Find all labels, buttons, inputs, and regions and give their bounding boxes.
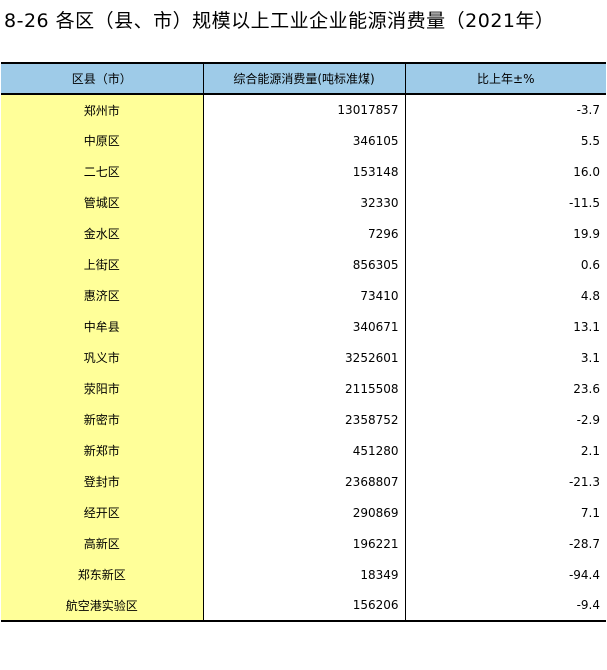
row-energy-consumption: 2358752 [202, 404, 406, 435]
table-row: 金水区 7296 19.9 [1, 218, 606, 249]
table-row: 中牟县 340671 13.1 [1, 311, 606, 342]
row-change-percent: 3.1 [404, 342, 606, 373]
row-change-percent: 19.9 [404, 218, 606, 249]
table-row: 经开区 290869 7.1 [1, 497, 606, 528]
row-district-name: 新密市 [1, 404, 204, 435]
row-energy-consumption: 73410 [202, 280, 406, 311]
row-change-percent: 16.0 [404, 156, 606, 187]
row-energy-consumption: 3252601 [202, 342, 406, 373]
row-change-percent: -2.9 [404, 404, 606, 435]
row-energy-consumption: 290869 [202, 497, 406, 528]
row-district-name: 二七区 [1, 156, 204, 187]
row-district-name: 经开区 [1, 497, 204, 528]
table-row: 惠济区 73410 4.8 [1, 280, 606, 311]
row-energy-consumption: 153148 [202, 156, 406, 187]
row-district-name: 管城区 [1, 187, 204, 218]
row-energy-consumption: 2115508 [202, 373, 406, 404]
row-change-percent: -9.4 [404, 590, 606, 622]
row-energy-consumption: 32330 [202, 187, 406, 218]
row-energy-consumption: 18349 [202, 559, 406, 590]
table-row: 二七区 153148 16.0 [1, 156, 606, 187]
row-district-name: 巩义市 [1, 342, 204, 373]
row-district-name: 航空港实验区 [1, 590, 204, 622]
row-change-percent: 5.5 [404, 125, 606, 156]
row-energy-consumption: 340671 [202, 311, 406, 342]
row-change-percent: 2.1 [404, 435, 606, 466]
row-change-percent: 23.6 [404, 373, 606, 404]
row-change-percent: 7.1 [404, 497, 606, 528]
row-energy-consumption: 856305 [202, 249, 406, 280]
row-district-name: 郑州市 [1, 94, 204, 125]
row-district-name: 惠济区 [1, 280, 204, 311]
table-row: 高新区 196221 -28.7 [1, 528, 606, 559]
row-district-name: 中原区 [1, 125, 204, 156]
page-title: 8-26 各区（县、市）规模以上工业企业能源消费量（2021年） [4, 10, 555, 32]
row-change-percent: 13.1 [404, 311, 606, 342]
table-row: 管城区 32330 -11.5 [1, 187, 606, 218]
row-district-name: 金水区 [1, 218, 204, 249]
row-district-name: 中牟县 [1, 311, 204, 342]
table-row: 郑州市 13017857 -3.7 [1, 94, 606, 125]
row-energy-consumption: 451280 [202, 435, 406, 466]
row-energy-consumption: 2368807 [202, 466, 406, 497]
row-change-percent: -94.4 [404, 559, 606, 590]
table-row: 航空港实验区 156206 -9.4 [1, 590, 606, 622]
table-header-row: 区县（市） 综合能源消费量(吨标准煤) 比上年±% [1, 62, 606, 95]
row-energy-consumption: 13017857 [202, 94, 406, 125]
row-change-percent: -3.7 [404, 94, 606, 125]
table-row: 中原区 346105 5.5 [1, 125, 606, 156]
row-change-percent: -21.3 [404, 466, 606, 497]
table-row: 登封市 2368807 -21.3 [1, 466, 606, 497]
row-change-percent: -28.7 [404, 528, 606, 559]
column-header-change-percent: 比上年±% [404, 62, 606, 95]
row-energy-consumption: 196221 [202, 528, 406, 559]
row-energy-consumption: 7296 [202, 218, 406, 249]
row-district-name: 登封市 [1, 466, 204, 497]
row-change-percent: -11.5 [404, 187, 606, 218]
table-row: 郑东新区 18349 -94.4 [1, 559, 606, 590]
table-row: 新密市 2358752 -2.9 [1, 404, 606, 435]
table-row: 巩义市 3252601 3.1 [1, 342, 606, 373]
row-district-name: 荥阳市 [1, 373, 204, 404]
row-change-percent: 0.6 [404, 249, 606, 280]
column-header-energy-consumption: 综合能源消费量(吨标准煤) [202, 62, 406, 95]
row-district-name: 郑东新区 [1, 559, 204, 590]
table-row: 上街区 856305 0.6 [1, 249, 606, 280]
row-district-name: 新郑市 [1, 435, 204, 466]
row-change-percent: 4.8 [404, 280, 606, 311]
table-row: 新郑市 451280 2.1 [1, 435, 606, 466]
column-header-district: 区县（市） [1, 62, 204, 95]
row-district-name: 高新区 [1, 528, 204, 559]
energy-consumption-table: 区县（市） 综合能源消费量(吨标准煤) 比上年±% 郑州市 13017857 -3.… [1, 62, 606, 622]
table-row: 荥阳市 2115508 23.6 [1, 373, 606, 404]
row-energy-consumption: 346105 [202, 125, 406, 156]
row-district-name: 上街区 [1, 249, 204, 280]
row-energy-consumption: 156206 [202, 590, 406, 622]
